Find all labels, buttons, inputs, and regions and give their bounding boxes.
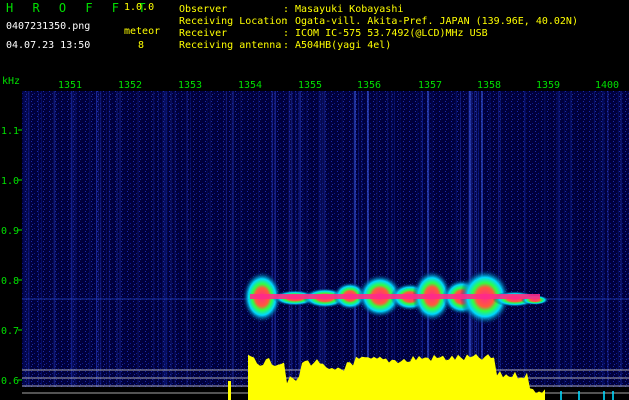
location-key: Receiving Location [179, 16, 288, 27]
filename-label: 0407231350.png [6, 21, 91, 32]
x-tick-label: 1359 [536, 80, 560, 91]
observer-sep: : [283, 4, 290, 15]
receiver-value: ICOM IC-575 53.7492(@LCD)MHz USB [295, 28, 488, 39]
version-label: 1.0.0 [124, 2, 155, 13]
datetime-label: 04.07.23 13:50 [6, 40, 91, 51]
x-tick-label: 1356 [357, 80, 381, 91]
meteor-label: meteor [124, 26, 161, 37]
meteor-count: 8 [138, 40, 145, 51]
observer-value: Masayuki Kobayashi [295, 4, 404, 15]
y-tick-label: 1.0 [1, 176, 19, 187]
x-tick-label: 1355 [298, 80, 322, 91]
antenna-sep: : [283, 40, 290, 51]
y-tick-label: 0.9 [1, 226, 19, 237]
echo-core [250, 294, 540, 299]
receiver-sep: : [283, 28, 290, 39]
spectrogram-field [22, 91, 629, 387]
residual-tick [560, 391, 562, 400]
location-value: Ogata-vill. Akita-Pref. JAPAN (139.96E, … [295, 16, 578, 27]
y-tick-label: 0.8 [1, 276, 19, 287]
y-tick-label: 1.1 [1, 126, 19, 137]
residual-tick [603, 391, 605, 400]
location-sep: : [283, 16, 290, 27]
x-tick-label: 1352 [118, 80, 142, 91]
antenna-key: Receiving antenna [179, 40, 282, 51]
x-tick-label: 1351 [58, 80, 82, 91]
receiver-key: Receiver [179, 28, 228, 39]
antenna-value: A504HB(yagi 4el) [295, 40, 392, 51]
y-unit-label: kHz [2, 76, 20, 87]
header-panel: H R O F F T 1.0.0 0407231350.png meteor … [0, 0, 629, 75]
observer-key: Observer [179, 4, 228, 15]
y-tick-label: 0.7 [1, 326, 19, 337]
x-tick-label: 1358 [477, 80, 501, 91]
x-tick-label: 1357 [418, 80, 442, 91]
x-tick-label: 1353 [178, 80, 202, 91]
x-tick-label: 1400 [595, 80, 619, 91]
spectrogram-plot: kHz 1.1 1.0 0.9 0.8 0.7 0.6 1351 1352 1353 1354 1… [0, 75, 629, 400]
residual-tick [612, 391, 614, 400]
y-tick-label: 0.6 [1, 376, 19, 387]
amplitude-spike [228, 381, 231, 400]
residual-tick [578, 391, 580, 400]
x-tick-label: 1354 [238, 80, 262, 91]
